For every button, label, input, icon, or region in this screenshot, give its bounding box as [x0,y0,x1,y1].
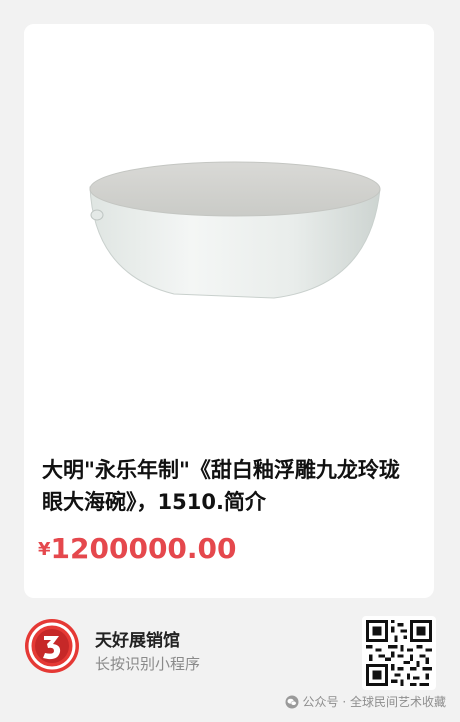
product-card[interactable]: 大明"永乐年制"《甜白釉浮雕九龙玲珑眼大海碗》，1510.简介 ¥1200000… [24,24,434,598]
price-currency: ¥ [38,539,51,560]
product-image[interactable] [24,24,434,444]
watermark: 公众号 · 全球民间艺术收藏 [285,693,446,710]
store-hint: 长按识别小程序 [95,655,201,673]
watermark-text: 公众号 · 全球民间艺术收藏 [302,695,446,709]
product-price: ¥1200000.00 [38,532,237,565]
price-amount: 1200000.00 [50,532,237,565]
wechat-icon [285,695,299,708]
qr-code-icon[interactable] [362,616,436,690]
store-logo-icon[interactable] [24,618,80,674]
mini-program-footer: 天好展销馆 长按识别小程序 公众号 · 全球民间艺术收藏 [0,598,460,722]
product-title: 大明"永乐年制"《甜白釉浮雕九龙玲珑眼大海碗》，1510.简介 [42,458,400,514]
bowl-illustration [89,161,381,299]
store-name[interactable]: 天好展销馆 [95,626,180,651]
